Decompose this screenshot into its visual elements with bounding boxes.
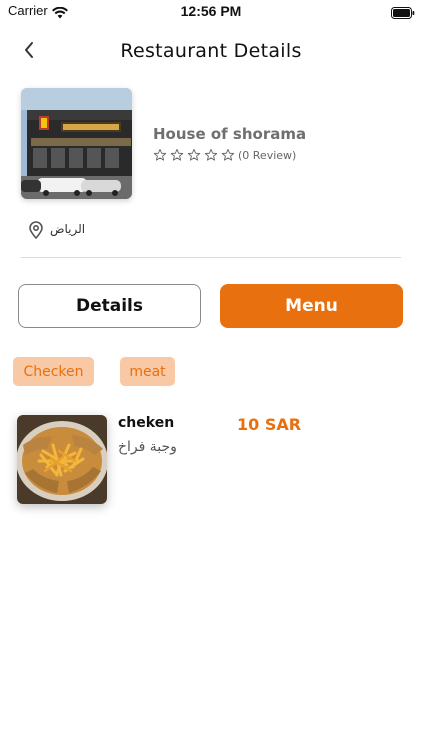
page-title: Restaurant Details: [120, 40, 302, 62]
star-outline-icon: [187, 148, 201, 161]
divider: [21, 257, 401, 258]
restaurant-name: House of shorama: [153, 125, 307, 143]
category-chip-meat[interactable]: meat: [120, 357, 175, 386]
location-pin-icon: [28, 221, 44, 240]
star-outline-icon: [221, 148, 235, 161]
status-bar: Carrier 12:56 PM: [0, 0, 422, 24]
location-text: الرياض: [50, 222, 86, 236]
star-outline-icon: [170, 148, 184, 161]
clock: 12:56 PM: [180, 3, 242, 19]
category-chip-checken[interactable]: Checken: [13, 357, 94, 386]
rating-stars: (0 Review): [153, 148, 296, 162]
restaurant-photo: [21, 88, 132, 199]
menu-item-price: 10 SAR: [237, 415, 302, 434]
star-outline-icon: [153, 148, 167, 161]
details-tab-button[interactable]: Details: [18, 284, 201, 328]
menu-item-name: cheken: [118, 415, 175, 431]
menu-item-photo[interactable]: [17, 415, 107, 504]
review-count: (0 Review): [238, 148, 297, 162]
battery-icon: [391, 4, 415, 23]
menu-item-description: وجبة فراخ: [118, 439, 177, 455]
star-outline-icon: [204, 148, 218, 161]
menu-tab-button[interactable]: Menu: [220, 284, 403, 328]
